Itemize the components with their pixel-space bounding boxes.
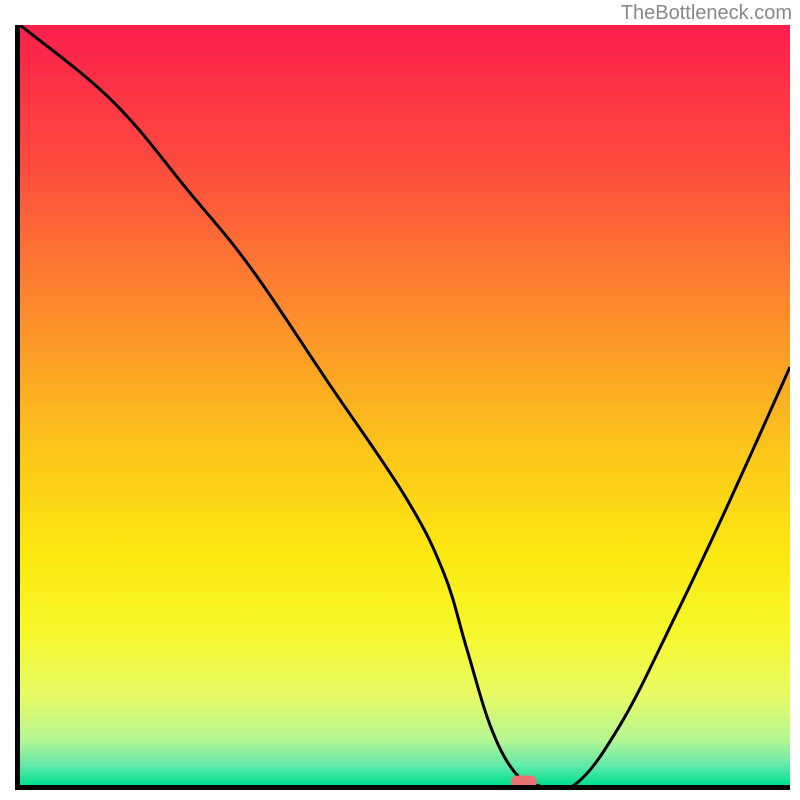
watermark-text: TheBottleneck.com (621, 2, 792, 25)
chart-container: TheBottleneck.com (0, 0, 800, 800)
plot-area (15, 25, 790, 790)
bottleneck-curve (20, 25, 790, 785)
chart-marker (511, 776, 537, 789)
curve-svg (20, 25, 790, 785)
